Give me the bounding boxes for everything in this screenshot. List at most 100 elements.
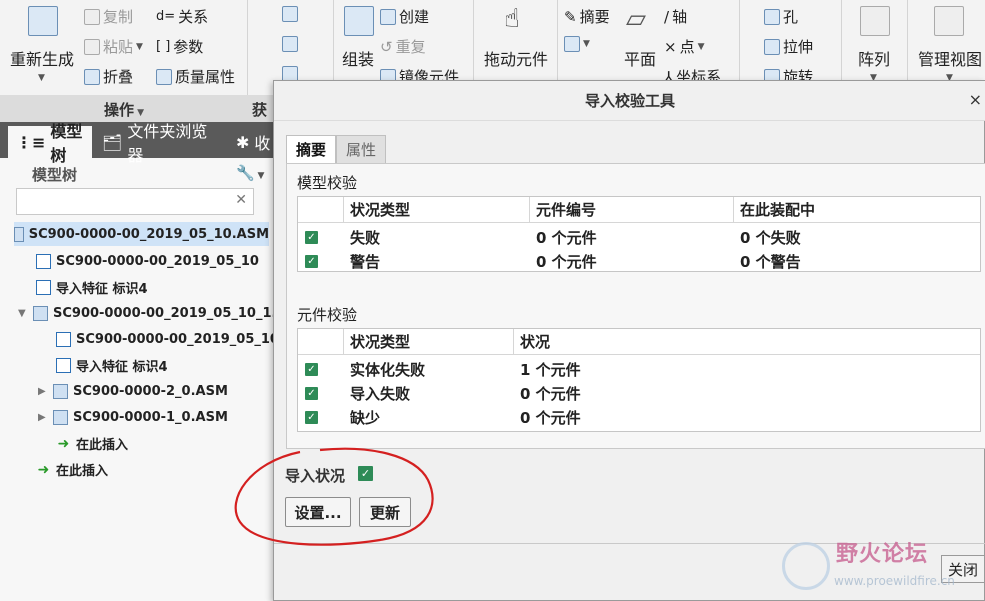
assemble-button[interactable]: 组装 (342, 46, 374, 70)
tree-item-import-feature[interactable]: 导入特征 标识4 (36, 275, 148, 299)
tree-item-label: SC900-0000-00_2019_05_10_1 (76, 331, 295, 347)
close-icon[interactable]: × (969, 90, 982, 109)
column-header-status-type: 状况类型 (344, 329, 514, 355)
dialog-title: 导入校验工具 (274, 81, 985, 121)
tools-icon: 🔧 (236, 164, 255, 182)
component-check-label: 元件校验 (297, 306, 358, 324)
expand-right-icon[interactable]: ▶ (38, 412, 48, 423)
assembly-icon (53, 383, 68, 399)
summary-button[interactable]: ✎ 摘要 (564, 6, 610, 27)
update-button[interactable]: 更新 (359, 497, 411, 527)
get-data-group-menu[interactable]: 获 (252, 99, 267, 120)
drag-components-button[interactable]: 拖动元件 (484, 46, 548, 70)
repeat-label: 重复 (395, 38, 426, 56)
chevron-down-icon[interactable]: ▼ (38, 73, 45, 83)
pattern-button[interactable]: 阵列 (858, 46, 890, 70)
tree-item-sub-import-feature[interactable]: 导入特征 标识4 (56, 353, 168, 377)
copy-label: 复制 (103, 8, 134, 26)
parameters-label: 参数 (173, 38, 204, 56)
paste-label: 粘贴 (103, 38, 134, 56)
mass-properties-button[interactable]: 质量属性 (156, 66, 235, 87)
repeat-button[interactable]: ↺ 重复 (380, 36, 426, 57)
component-check-table: 状况类型 状况 ✓ 实体化失败 1 个元件 ✓ 导入失败 0 个元件 ✓ 缺少 … (297, 328, 981, 432)
tree-item-asm-1[interactable]: ▶ SC900-0000-1_0.ASM (38, 405, 228, 429)
point-button[interactable]: × 点 ▼ (664, 36, 705, 57)
tab-properties[interactable]: 属性 (336, 135, 387, 163)
regenerate-button[interactable]: 重新生成 (10, 46, 74, 70)
plane-button[interactable]: 平面 (624, 46, 656, 70)
tree-item-label: SC900-0000-2_0.ASM (73, 383, 228, 399)
expand-right-icon[interactable]: ▶ (38, 386, 48, 397)
tree-item-sub-asm[interactable]: ▼ SC900-0000-00_2019_05_10_1.ASM (18, 301, 309, 325)
tree-item-import-part[interactable]: SC900-0000-00_2019_05_10 (36, 249, 259, 273)
tree-item-label: 导入特征 标识4 (76, 359, 168, 375)
point-label: 点 (679, 38, 695, 56)
regenerate-icon (28, 6, 58, 36)
tree-item-sub-import-part[interactable]: SC900-0000-00_2019_05_10_1 (56, 327, 295, 351)
table-cell: 1 个元件 (520, 360, 581, 379)
hole-label: 孔 (783, 8, 799, 26)
tab-folder-browser[interactable]: 🗂 文件夹浏览器 (94, 122, 226, 165)
expand-down-icon[interactable]: ▼ (18, 308, 28, 319)
chevron-down-icon: ▼ (134, 108, 145, 118)
table-cell: 失败 (350, 228, 381, 247)
get-data-icon-2[interactable] (282, 36, 298, 52)
hole-button[interactable]: 孔 (764, 6, 798, 27)
axis-button[interactable]: / 轴 (664, 6, 687, 27)
tab-model-tree[interactable]: ⋮≡ 模型树 (8, 122, 92, 165)
chevron-down-icon: ▼ (136, 41, 143, 52)
insert-arrow-icon: ➜ (37, 461, 50, 478)
copy-icon (84, 8, 100, 25)
column-header-component-count: 元件编号 (530, 197, 734, 223)
assembly-icon (14, 226, 24, 242)
paste-icon (84, 38, 100, 55)
tree-item-label: 在此插入 (56, 463, 109, 479)
column-header-status-type: 状况类型 (344, 197, 530, 223)
fold-label: 折叠 (103, 68, 134, 86)
navigator-tabs: ⋮≡ 模型树 🗂 文件夹浏览器 ✱ 收 (0, 122, 275, 165)
check-icon: ✓ (305, 255, 318, 268)
create-button[interactable]: 创建 (380, 6, 429, 27)
datum-more-button[interactable]: ▼ (564, 36, 590, 52)
check-icon: ✓ (305, 387, 318, 400)
parameters-button[interactable]: [ ] 参数 (156, 36, 203, 57)
operations-group-menu[interactable]: 操作 ▼ (104, 99, 144, 120)
get-data-icon[interactable] (282, 6, 298, 22)
manage-views-button[interactable]: 管理视图 (918, 46, 982, 70)
tab-summary[interactable]: 摘要 (286, 135, 337, 163)
clear-search-icon[interactable]: ✕ (235, 192, 247, 208)
tree-item-insert-here-root[interactable]: ➜ 在此插入 (36, 457, 108, 481)
column-header-in-assembly: 在此装配中 (734, 197, 980, 223)
import-feature-icon (56, 357, 71, 373)
extrude-button[interactable]: 拉伸 (764, 36, 813, 57)
axis-icon: / (664, 7, 670, 26)
tab-favorites[interactable]: ✱ 收 (228, 126, 275, 158)
tree-item-root-asm[interactable]: SC900-0000-00_2019_05_10.ASM (14, 222, 269, 246)
folder-icon: 🗂 (102, 132, 123, 152)
fold-button[interactable]: 折叠 (84, 66, 133, 87)
table-cell: 0 个元件 (536, 252, 597, 271)
table-cell: 实体化失败 (350, 360, 426, 379)
copy-button[interactable]: 复制 (84, 6, 133, 27)
model-tree-icon: ⋮≡ (16, 132, 46, 152)
tree-item-label: SC900-0000-00_2019_05_10.ASM (28, 226, 269, 242)
table-cell: 0 个元件 (520, 384, 581, 403)
summary-panel: 模型校验 状况类型 元件编号 在此装配中 ✓ 失败 0 个元件 0 个失败 ✓ … (286, 163, 985, 449)
extrude-label: 拉伸 (783, 38, 814, 56)
pattern-icon (860, 6, 890, 36)
table-cell: 0 个警告 (740, 252, 801, 271)
tree-settings-button[interactable]: 🔧 ▼ (236, 164, 264, 182)
create-icon (380, 8, 396, 25)
tree-item-asm-2[interactable]: ▶ SC900-0000-2_0.ASM (38, 379, 228, 403)
relations-label: 关系 (178, 8, 209, 26)
settings-button[interactable]: 设置... (285, 497, 351, 527)
tab-favorites-label: 收 (254, 134, 271, 153)
tree-item-insert-here[interactable]: ➜ 在此插入 (56, 431, 128, 455)
manage-views-icon (934, 6, 964, 36)
summary-label: 摘要 (579, 8, 610, 26)
tree-search-input[interactable]: ✕ (16, 188, 254, 215)
tree-item-label: SC900-0000-00_2019_05_10 (56, 253, 259, 269)
paste-button[interactable]: 粘贴 ▼ (84, 36, 143, 57)
column-header-status: 状况 (514, 329, 980, 355)
relations-button[interactable]: d= 关系 (156, 6, 208, 27)
